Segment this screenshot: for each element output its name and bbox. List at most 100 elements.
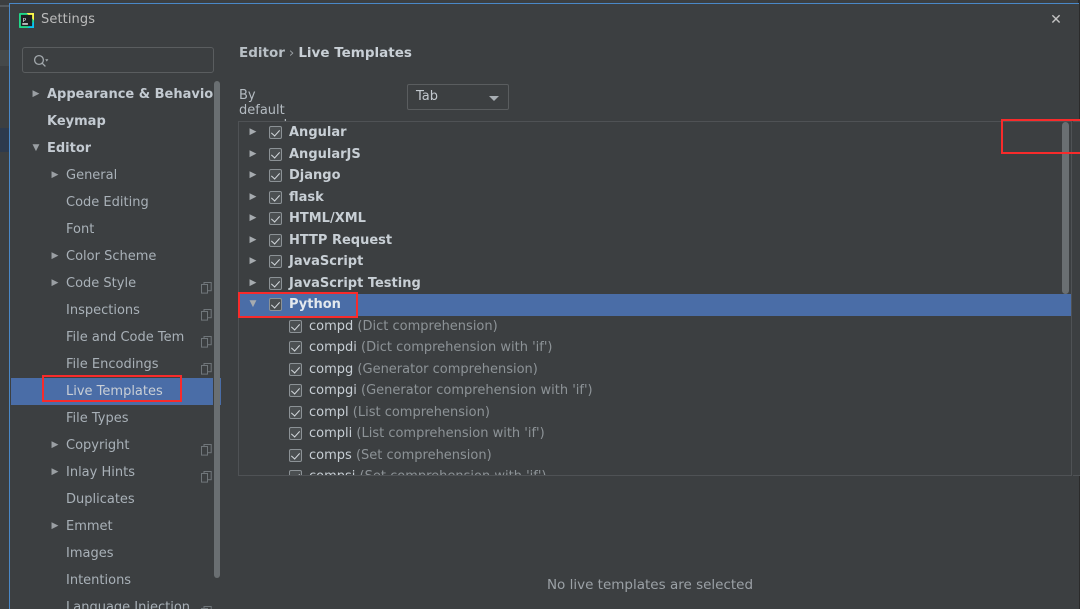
template-row[interactable]: compdi (Dict comprehension with 'if')	[239, 337, 1071, 359]
sidebar-item-general[interactable]: ▶General	[11, 162, 221, 189]
sidebar-item-editor[interactable]: ▼Editor	[11, 135, 221, 162]
template-checkbox[interactable]	[289, 449, 302, 462]
template-abbreviation: compdi	[309, 340, 357, 355]
template-label: Django	[289, 165, 341, 187]
template-checkbox[interactable]	[269, 126, 282, 139]
sidebar-item-images[interactable]: Images	[11, 540, 221, 567]
chevron-right-icon[interactable]: ▶	[247, 208, 259, 230]
chevron-right-icon[interactable]: ▶	[49, 432, 61, 459]
template-group-row[interactable]: ▶ Angular	[239, 122, 1071, 144]
template-row[interactable]: comps (Set comprehension)	[239, 445, 1071, 467]
template-group-row[interactable]: ▶HTTP Request	[239, 230, 1071, 252]
list-toolbar: + −	[1073, 121, 1080, 476]
template-checkbox[interactable]	[289, 341, 302, 354]
chevron-right-icon[interactable]: ▶	[247, 165, 259, 187]
template-checkbox[interactable]	[289, 363, 302, 376]
sidebar-item-language-injection[interactable]: Language Injection	[11, 594, 221, 609]
background-selection-sliver	[0, 128, 9, 152]
sidebar-item-code-style[interactable]: ▶Code Style	[11, 270, 221, 297]
sidebar-item-copyright[interactable]: ▶Copyright	[11, 432, 221, 459]
template-checkbox[interactable]	[269, 277, 282, 290]
sidebar-item-label: Emmet	[66, 513, 113, 540]
chevron-right-icon[interactable]: ▶	[49, 459, 61, 486]
sidebar-item-appearance-behavio[interactable]: ▶Appearance & Behavio	[11, 81, 221, 108]
chevron-right-icon[interactable]: ▶	[49, 243, 61, 270]
template-group-row[interactable]: ▶flask	[239, 187, 1071, 209]
expand-with-value: Tab	[416, 89, 438, 104]
chevron-right-icon[interactable]: ▶	[247, 230, 259, 252]
chevron-right-icon[interactable]: ▶	[49, 270, 61, 297]
chevron-right-icon[interactable]: ▶	[247, 187, 259, 209]
template-label: JavaScript	[289, 251, 363, 273]
tree-spacer	[49, 189, 61, 216]
template-group-row[interactable]: ▶HTML/XML	[239, 208, 1071, 230]
sidebar-scrollbar-thumb[interactable]	[214, 81, 220, 578]
template-row[interactable]: compli (List comprehension with 'if')	[239, 423, 1071, 445]
remove-template-button[interactable]: −	[1073, 154, 1080, 184]
template-checkbox[interactable]	[289, 320, 302, 333]
template-group-row[interactable]: ▶ Django	[239, 165, 1071, 187]
chevron-right-icon[interactable]: ▶	[30, 81, 42, 108]
revert-icon[interactable]	[1073, 214, 1080, 244]
sidebar-item-keymap[interactable]: Keymap	[11, 108, 221, 135]
template-checkbox[interactable]	[269, 169, 282, 182]
chevron-down-icon[interactable]: ▼	[30, 135, 42, 162]
chevron-down-icon[interactable]: ▼	[247, 294, 259, 316]
template-checkbox[interactable]	[289, 427, 302, 440]
sidebar-item-inlay-hints[interactable]: ▶Inlay Hints	[11, 459, 221, 486]
chevron-right-icon[interactable]: ▶	[247, 122, 259, 144]
sidebar-item-duplicates[interactable]: Duplicates	[11, 486, 221, 513]
live-templates-list[interactable]: ▶Angular▶AngularJS▶Django▶flask▶HTML/XML…	[238, 121, 1072, 476]
copy-icon[interactable]	[1073, 184, 1080, 214]
template-checkbox[interactable]	[269, 255, 282, 268]
template-row[interactable]: compl (List comprehension)	[239, 402, 1071, 424]
template-checkbox[interactable]	[269, 148, 282, 161]
chevron-right-icon[interactable]: ▶	[247, 144, 259, 166]
chevron-right-icon[interactable]: ▶	[247, 251, 259, 273]
template-row[interactable]: compg (Generator comprehension)	[239, 359, 1071, 381]
sidebar-item-label: Duplicates	[66, 486, 135, 513]
template-group-row[interactable]: ▶ JavaScript	[239, 251, 1071, 273]
template-checkbox[interactable]	[289, 470, 302, 476]
template-checkbox[interactable]	[289, 384, 302, 397]
live-templates-rows: ▶Angular▶AngularJS▶Django▶flask▶HTML/XML…	[239, 122, 1071, 476]
template-label: compg (Generator comprehension)	[309, 359, 538, 381]
template-checkbox[interactable]	[269, 191, 282, 204]
template-description: (Set comprehension)	[356, 448, 492, 463]
template-checkbox[interactable]	[289, 406, 302, 419]
list-scrollbar-track[interactable]	[1060, 122, 1071, 475]
sidebar-item-file-and-code-tem[interactable]: File and Code Tem	[11, 324, 221, 351]
list-scrollbar-thumb[interactable]	[1062, 122, 1069, 294]
sidebar-item-emmet[interactable]: ▶Emmet	[11, 513, 221, 540]
sidebar-item-label: Editor	[47, 135, 91, 162]
chevron-right-icon[interactable]: ▶	[49, 162, 61, 189]
template-checkbox[interactable]	[269, 212, 282, 225]
sidebar-item-intentions[interactable]: Intentions	[11, 567, 221, 594]
sidebar-item-file-types[interactable]: File Types	[11, 405, 221, 432]
sidebar-item-live-templates[interactable]: Live Templates	[11, 378, 221, 405]
search-input[interactable]	[22, 47, 214, 73]
sidebar-item-label: Live Templates	[66, 378, 163, 405]
sidebar-item-inspections[interactable]: Inspections	[11, 297, 221, 324]
sidebar-item-file-encodings[interactable]: File Encodings	[11, 351, 221, 378]
template-checkbox[interactable]	[269, 298, 282, 311]
template-row[interactable]: compd (Dict comprehension)	[239, 316, 1071, 338]
close-icon[interactable]: ✕	[1046, 10, 1066, 30]
chevron-right-icon[interactable]: ▶	[49, 513, 61, 540]
breadcrumb-parent[interactable]: Editor	[239, 45, 285, 61]
template-checkbox[interactable]	[269, 234, 282, 247]
settings-tree[interactable]: ▶Appearance & BehavioKeymap▼Editor▶Gener…	[11, 81, 221, 609]
template-abbreviation: Angular	[289, 125, 347, 140]
add-template-button[interactable]: +	[1073, 124, 1080, 154]
sidebar-item-code-editing[interactable]: Code Editing	[11, 189, 221, 216]
template-row[interactable]: compsi (Set comprehension with 'if')	[239, 466, 1071, 476]
template-group-row[interactable]: ▶AngularJS	[239, 144, 1071, 166]
template-row[interactable]: compgi (Generator comprehension with 'if…	[239, 380, 1071, 402]
chevron-right-icon[interactable]: ▶	[247, 273, 259, 295]
template-group-row[interactable]: ▶ JavaScript Testing	[239, 273, 1071, 295]
sidebar-item-font[interactable]: Font	[11, 216, 221, 243]
sidebar-item-color-scheme[interactable]: ▶Color Scheme	[11, 243, 221, 270]
template-group-row[interactable]: ▼Python	[239, 294, 1071, 316]
template-label: JavaScript Testing	[289, 273, 421, 295]
expand-with-dropdown[interactable]: Tab	[407, 84, 509, 110]
